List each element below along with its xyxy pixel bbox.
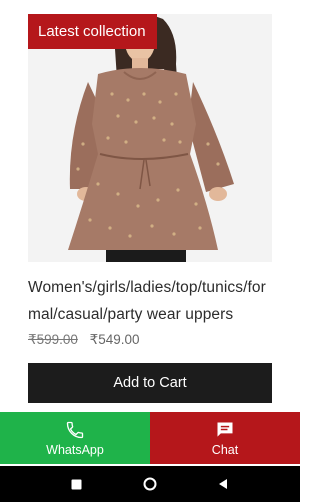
- back-button[interactable]: [215, 476, 231, 492]
- square-icon: [71, 479, 82, 489]
- sale-price: ₹549.00: [89, 332, 140, 347]
- home-button[interactable]: [142, 476, 158, 492]
- phone-icon: [66, 421, 84, 438]
- original-price: ₹599.00: [28, 332, 78, 347]
- chat-label: Chat: [211, 442, 239, 457]
- contact-bar: WhatsApp Chat: [0, 412, 300, 464]
- circle-icon: [143, 477, 157, 491]
- latest-collection-badge: Latest collection: [28, 14, 157, 49]
- android-nav-bar: [0, 466, 300, 502]
- chat-button[interactable]: Chat: [150, 412, 300, 464]
- product-image[interactable]: [28, 14, 272, 262]
- chat-bubble-icon: [217, 422, 233, 437]
- triangle-back-icon: [219, 479, 228, 489]
- whatsapp-button[interactable]: WhatsApp: [0, 412, 150, 464]
- price-row: ₹599.00 ₹549.00: [28, 332, 140, 348]
- product-card[interactable]: Latest collection: [28, 14, 272, 262]
- product-title[interactable]: Women's/girls/ladies/top/tunics/formal/c…: [28, 274, 278, 328]
- whatsapp-label: WhatsApp: [46, 442, 104, 457]
- recents-button[interactable]: [69, 476, 85, 492]
- add-to-cart-button[interactable]: Add to Cart: [28, 363, 272, 403]
